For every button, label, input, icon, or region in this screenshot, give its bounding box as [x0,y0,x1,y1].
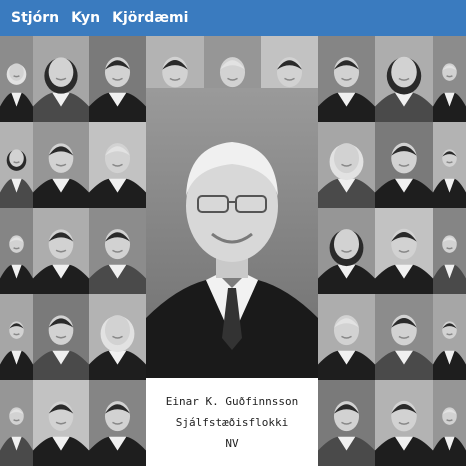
member-portrait-tile[interactable] [318,208,375,294]
member-portrait-image [0,294,33,380]
member-portrait-tile[interactable] [0,294,33,380]
top-navigation-bar: Stjórn Kyn Kjördæmi [0,0,466,36]
featured-member-name: Einar K. Guðfinnsson [165,394,299,408]
member-portrait-image [375,380,433,466]
member-portrait-tile[interactable] [433,122,466,208]
member-portrait-tile[interactable] [318,36,375,122]
member-portrait-tile[interactable] [433,294,466,380]
member-portrait-tile[interactable] [33,208,89,294]
member-portrait-image [0,122,33,208]
member-portrait-image [33,380,89,466]
nav-kyn[interactable]: Kyn [71,10,100,26]
member-portrait-image [375,36,433,122]
featured-member-party: Sjálfstæðisflokki [175,415,289,429]
member-portrait-tile[interactable] [318,122,375,208]
member-portrait-image [318,208,375,294]
member-portrait-tile[interactable] [0,122,33,208]
member-portrait-tile[interactable] [375,380,433,466]
member-portrait-image [89,36,146,122]
member-portrait-image [89,208,146,294]
member-portrait-tile[interactable] [89,36,146,122]
member-portrait-tile[interactable] [33,294,89,380]
member-portrait-tile[interactable] [33,36,89,122]
member-portrait-image [318,36,375,122]
member-portrait-image [89,122,146,208]
member-portrait-image [375,208,433,294]
member-portrait-tile[interactable] [433,380,466,466]
member-portrait-tile[interactable] [33,122,89,208]
member-portrait-tile[interactable] [318,380,375,466]
member-portrait-tile[interactable] [33,380,89,466]
member-portrait-image [318,122,375,208]
featured-member-caption: Einar K. Guðfinnsson Sjálfstæðisflokki N… [146,378,318,466]
member-portrait-image [0,208,33,294]
member-portrait-image [89,380,146,466]
member-portrait-image [0,36,33,122]
nav-stjorn[interactable]: Stjórn [11,10,59,26]
member-portrait-tile[interactable] [0,208,33,294]
member-portrait-image [89,294,146,380]
member-portrait-image [375,294,433,380]
member-portrait-image [433,36,466,122]
member-portrait-tile[interactable] [0,36,33,122]
member-portrait-image [33,208,89,294]
member-portrait-image [375,122,433,208]
member-portrait-tile[interactable] [89,380,146,466]
member-portrait-tile[interactable] [89,294,146,380]
member-portrait-tile[interactable] [433,208,466,294]
nav-kjordaemi[interactable]: Kjördæmi [112,10,188,26]
member-portrait-tile[interactable] [0,380,33,466]
member-portrait-tile[interactable] [375,208,433,294]
member-portrait-image [433,294,466,380]
featured-portrait-image [146,88,318,378]
member-portrait-image [33,294,89,380]
member-portrait-image [33,36,89,122]
featured-member-district: NV [225,436,239,450]
member-portrait-tile[interactable] [89,122,146,208]
member-portrait-tile[interactable] [375,122,433,208]
member-portrait-image [433,208,466,294]
member-portrait-tile[interactable] [433,36,466,122]
member-portrait-image [318,380,375,466]
member-portrait-image [433,122,466,208]
featured-member-photo[interactable] [146,88,318,378]
member-portrait-image [0,380,33,466]
member-portrait-tile[interactable] [375,294,433,380]
member-portrait-tile[interactable] [318,294,375,380]
member-portrait-image [318,294,375,380]
member-portrait-tile[interactable] [375,36,433,122]
member-portrait-image [33,122,89,208]
member-portrait-image [433,380,466,466]
member-portrait-tile[interactable] [89,208,146,294]
